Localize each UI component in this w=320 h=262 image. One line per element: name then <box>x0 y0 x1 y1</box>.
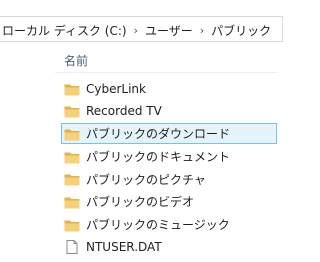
chevron-right-icon[interactable]: › <box>129 24 143 37</box>
folder-icon <box>64 84 80 95</box>
list-item-label: Recorded TV <box>86 104 162 119</box>
folder-icon <box>64 174 80 186</box>
list-item-public-videos[interactable]: パブリックのビデオ <box>64 191 277 212</box>
list-item-label: パブリックのビデオ <box>86 195 195 210</box>
column-header-name[interactable]: 名前 <box>64 52 88 69</box>
list-item-label: パブリックのダウンロード <box>86 127 231 142</box>
folder-icon <box>64 197 80 209</box>
chevron-right-icon[interactable]: › <box>195 24 209 37</box>
column-divider <box>55 72 277 73</box>
list-item-label: パブリックのミュージック <box>86 218 230 233</box>
list-item-public-music[interactable]: パブリックのミュージック <box>64 214 277 235</box>
folder-icon <box>64 152 80 164</box>
explorer-window: ローカル ディスク (C:) › ユーザー › パブリック 名前 CyberLi… <box>0 0 283 262</box>
crumb-public[interactable]: パブリック <box>209 22 273 39</box>
folder-icon <box>64 220 80 232</box>
file-list-pane: 名前 CyberLink Recorded TV パブリックのダウンロード パブ… <box>0 42 277 262</box>
list-item-public-documents[interactable]: パブリックのドキュメント <box>64 146 277 167</box>
list-item-cyberlink[interactable]: CyberLink <box>64 78 277 99</box>
list-item-ntuser-dat[interactable]: NTUSER.DAT <box>64 237 277 258</box>
folder-icon <box>64 129 80 141</box>
list-item-public-pictures[interactable]: パブリックのピクチャ <box>64 169 277 190</box>
list-item-label: パブリックのピクチャ <box>86 172 206 187</box>
crumb-local-disk[interactable]: ローカル ディスク (C:) <box>0 22 129 39</box>
address-bar[interactable]: ローカル ディスク (C:) › ユーザー › パブリック <box>0 0 283 42</box>
list-item-recorded-tv[interactable]: Recorded TV <box>64 101 277 122</box>
list-item-label: CyberLink <box>86 81 146 96</box>
file-icon <box>66 240 78 255</box>
list-item-public-downloads[interactable]: パブリックのダウンロード <box>61 123 277 145</box>
file-list: CyberLink Recorded TV パブリックのダウンロード パブリック… <box>61 78 277 260</box>
list-item-label: NTUSER.DAT <box>86 240 162 255</box>
crumb-users[interactable]: ユーザー <box>143 22 195 39</box>
folder-icon <box>64 106 80 118</box>
list-item-label: パブリックのドキュメント <box>86 150 231 165</box>
breadcrumb: ローカル ディスク (C:) › ユーザー › パブリック <box>0 20 273 40</box>
